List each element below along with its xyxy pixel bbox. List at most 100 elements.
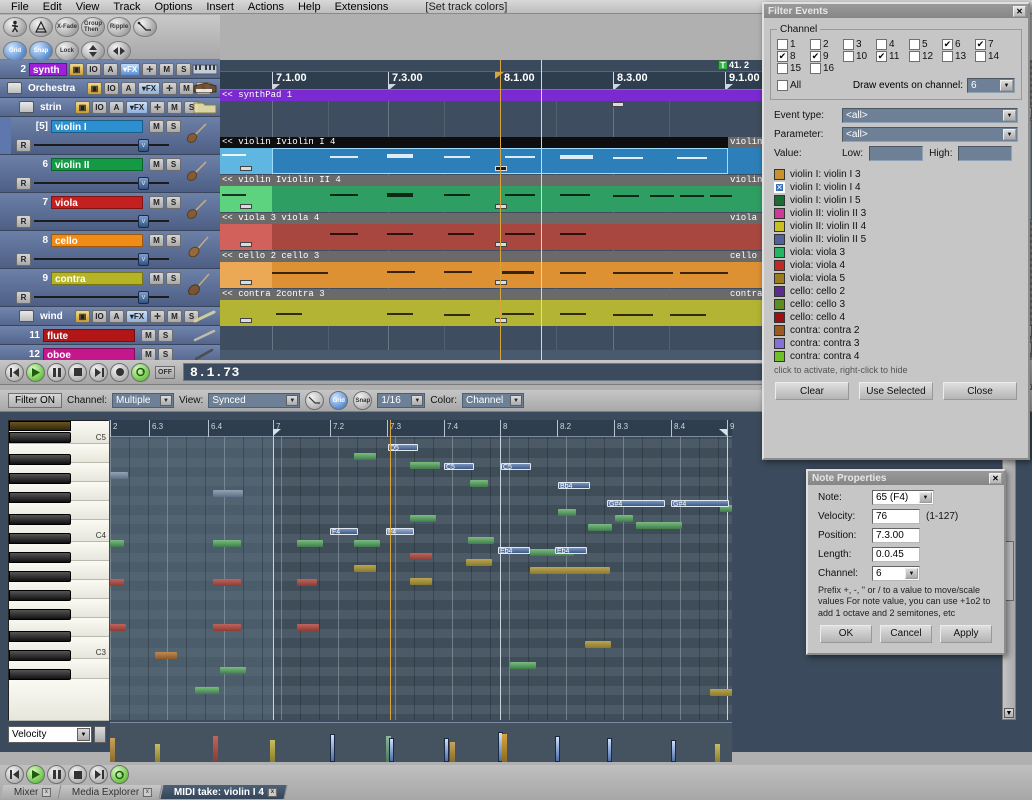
track-io-button[interactable]: IO <box>92 100 107 114</box>
track-solo-button[interactable]: S <box>158 328 173 342</box>
note[interactable] <box>410 553 432 560</box>
track-auto-button[interactable]: A <box>109 100 124 114</box>
note[interactable] <box>636 522 682 529</box>
track-record-arm-button[interactable]: R <box>16 290 31 304</box>
dialog-titlebar[interactable]: Filter Events ✕ <box>764 4 1028 18</box>
position-input[interactable]: 7.3.00 <box>872 528 920 543</box>
bottom-loop-button[interactable] <box>110 765 129 784</box>
track-solo-button[interactable]: S <box>176 62 192 76</box>
marker-lane[interactable] <box>220 60 765 72</box>
track-auto-button[interactable]: A <box>103 62 118 76</box>
note[interactable] <box>110 579 124 586</box>
length-input[interactable]: 0.0.45 <box>872 547 920 562</box>
note[interactable] <box>558 509 576 516</box>
velocity-bar[interactable] <box>270 740 275 762</box>
channel-checkbox-5[interactable]: 5 <box>909 39 939 50</box>
bottom-play-button[interactable] <box>26 765 45 784</box>
note[interactable] <box>466 559 492 566</box>
clip-contra[interactable]: << contra 2contra 3 <box>220 289 765 326</box>
note[interactable] <box>410 462 440 469</box>
snap-toggle-button[interactable]: Snap <box>29 41 53 61</box>
note[interactable] <box>213 490 243 497</box>
lane-options-button[interactable] <box>94 726 106 743</box>
track-record-arm-button[interactable]: R <box>16 214 31 228</box>
note[interactable] <box>297 624 319 631</box>
checkbox[interactable]: ✔ <box>975 39 986 50</box>
loop-start-flag[interactable] <box>273 429 281 436</box>
checkbox[interactable] <box>909 51 920 62</box>
checkbox[interactable] <box>876 39 887 50</box>
track-io-button[interactable]: IO <box>92 309 107 323</box>
snap-button[interactable]: Snap <box>353 391 373 410</box>
walk-tool-icon[interactable] <box>3 17 27 37</box>
clip-handle[interactable] <box>495 318 507 323</box>
high-input[interactable] <box>958 146 1013 161</box>
track-solo-button[interactable]: S <box>166 272 181 285</box>
track-solo-button[interactable]: S <box>158 347 173 360</box>
track-auto-button[interactable]: A <box>109 309 124 323</box>
use-selected-button[interactable]: Use Selected <box>859 382 933 401</box>
menu-options[interactable]: Options <box>147 1 199 13</box>
xfade-tool-icon[interactable]: X-Fade <box>55 17 79 37</box>
track-filter-item[interactable]: cello: cello 3 <box>764 298 1028 311</box>
track-fx-button[interactable]: ▾FX <box>126 100 148 114</box>
menu-actions[interactable]: Actions <box>241 1 291 13</box>
track-volume-slider[interactable]: v <box>34 177 169 190</box>
clip-handle[interactable] <box>240 242 252 247</box>
folder-icon[interactable] <box>7 82 22 94</box>
checkbox[interactable] <box>777 80 788 91</box>
note[interactable] <box>354 565 376 572</box>
arrange-playhead[interactable] <box>500 60 501 360</box>
low-input[interactable] <box>869 146 924 161</box>
menu-file[interactable]: File <box>4 1 36 13</box>
auto-tool-icon[interactable] <box>29 17 53 37</box>
note-properties-dialog[interactable]: Note Properties ✕ Note: 65 (F4) ▼ Veloci… <box>806 469 1006 655</box>
track-solo-button[interactable]: S <box>166 158 181 171</box>
note[interactable] <box>213 624 241 631</box>
track-volume-slider[interactable]: v <box>34 291 169 304</box>
track-mute-button[interactable]: M <box>149 272 164 285</box>
view-select[interactable]: Synced ▼ <box>208 393 301 408</box>
track-row-viola[interactable]: 7 viola M S R v <box>0 193 220 231</box>
clip-viola[interactable]: << viola 3 viola 4 <box>220 213 765 250</box>
bottom-stop-button[interactable] <box>68 765 87 784</box>
clip-handle[interactable] <box>495 204 507 209</box>
note[interactable] <box>297 540 323 547</box>
track-row-violin-ii[interactable]: 6 violin II M S R v <box>0 155 220 193</box>
note[interactable] <box>585 641 611 648</box>
track-name[interactable]: synth <box>29 62 67 76</box>
velocity-bar[interactable] <box>444 738 449 762</box>
metronome-off-badge[interactable]: OFF <box>155 365 175 379</box>
track-input-icon[interactable]: ▣ <box>69 62 84 76</box>
track-row-cello[interactable]: 8 cello M S R v <box>0 231 220 269</box>
track-fx-button[interactable]: ▾FX <box>138 81 160 95</box>
chevron-down-icon[interactable]: ▼ <box>510 395 522 406</box>
channel-checkbox-9[interactable]: ✔ 9 <box>810 51 840 62</box>
ok-button[interactable]: OK <box>820 624 872 643</box>
piano-key-black[interactable] <box>9 514 71 525</box>
close-icon[interactable]: x <box>42 787 52 797</box>
track-mute-button[interactable]: M <box>149 234 164 247</box>
chevron-down-icon[interactable]: ▼ <box>411 395 424 406</box>
play-button[interactable] <box>26 362 45 382</box>
note-selected[interactable]: G#4 <box>607 500 665 507</box>
track-mute-button[interactable]: M <box>149 196 164 209</box>
chevron-down-icon[interactable]: ▼ <box>1000 80 1013 91</box>
piano-key-white[interactable] <box>9 679 109 721</box>
velocity-bar[interactable] <box>502 734 507 762</box>
chevron-down-icon[interactable]: ▼ <box>1003 110 1016 121</box>
clip-handle[interactable] <box>495 280 507 285</box>
track-filter-item[interactable]: cello: cello 4 <box>764 311 1028 324</box>
menu-edit[interactable]: Edit <box>36 1 69 13</box>
channel-checkbox-8[interactable]: ✔ 8 <box>777 51 807 62</box>
volume-thumb[interactable]: v <box>138 139 149 152</box>
piano-key-black[interactable] <box>9 552 71 563</box>
track-volume-slider[interactable]: v <box>34 253 169 266</box>
tab-midi-take[interactable]: MIDI take: violin I 4 x <box>160 785 288 799</box>
track-name[interactable]: strin <box>37 101 73 114</box>
track-solo-button[interactable]: S <box>166 234 181 247</box>
velocity-bar[interactable] <box>389 738 394 762</box>
volume-thumb[interactable]: v <box>138 177 149 190</box>
track-name[interactable]: wind <box>37 310 73 323</box>
note[interactable] <box>710 689 732 696</box>
